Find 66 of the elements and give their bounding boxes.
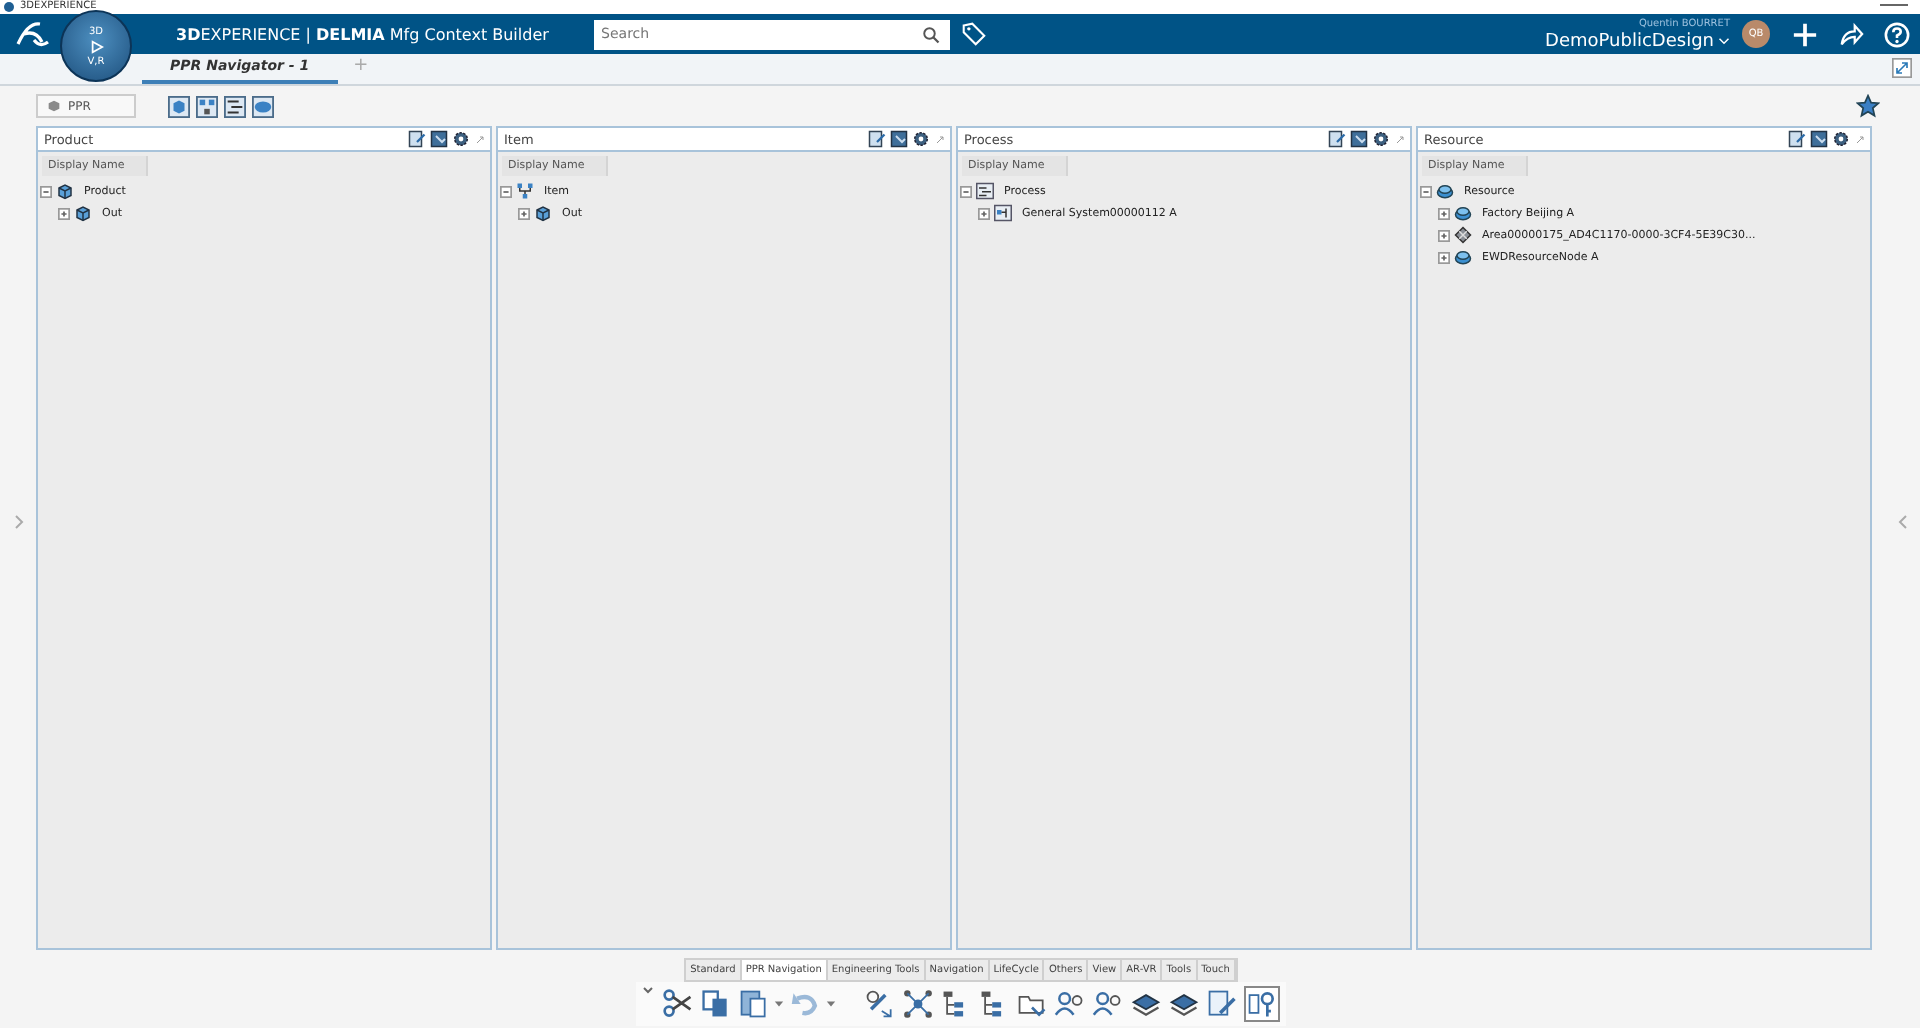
edit-document-icon[interactable] <box>1205 988 1237 1020</box>
window-controls-icon[interactable] <box>1880 3 1908 11</box>
users-icon[interactable] <box>1053 988 1085 1020</box>
network-icon[interactable] <box>901 988 933 1020</box>
help-icon[interactable] <box>1884 21 1910 47</box>
document-icon[interactable] <box>1788 130 1806 148</box>
link-icon[interactable] <box>863 988 895 1020</box>
scissors-icon[interactable] <box>661 988 693 1020</box>
caret-icon[interactable] <box>773 1000 783 1008</box>
expand-icon[interactable] <box>1438 251 1450 263</box>
collapse-icon[interactable] <box>960 185 972 197</box>
key-icon[interactable] <box>1243 986 1279 1022</box>
process-view-icon[interactable] <box>224 95 246 117</box>
item-view-icon[interactable] <box>196 95 218 117</box>
filter-icon[interactable] <box>1810 130 1828 148</box>
resource-view-icon[interactable] <box>252 95 274 117</box>
paste-icon[interactable] <box>737 988 769 1020</box>
search-icon[interactable] <box>915 19 950 49</box>
caret-icon[interactable] <box>641 986 653 994</box>
process-icon <box>976 182 994 200</box>
hierarchy-icon <box>516 182 534 200</box>
fullscreen-icon[interactable] <box>1892 58 1912 78</box>
expand-icon[interactable] <box>1438 229 1450 241</box>
expand-icon[interactable] <box>1438 207 1450 219</box>
expand-icon[interactable] <box>1854 133 1866 145</box>
app-logo-icon <box>4 2 14 12</box>
parts-icon[interactable] <box>1129 988 1161 1020</box>
caret-icon[interactable] <box>825 1000 835 1008</box>
document-icon[interactable] <box>1328 130 1346 148</box>
collapse-icon[interactable] <box>1420 185 1432 197</box>
diamond-icon <box>1454 226 1472 244</box>
settings-icon[interactable] <box>1372 130 1390 148</box>
filter-icon[interactable] <box>890 130 908 148</box>
collapse-icon[interactable] <box>40 185 52 197</box>
plus-icon[interactable] <box>1792 21 1818 47</box>
expand-icon[interactable] <box>58 207 70 219</box>
resource-icon <box>1454 248 1472 266</box>
cube-icon <box>74 204 92 222</box>
expand-icon[interactable] <box>518 207 530 219</box>
parts-icon[interactable] <box>1167 988 1199 1020</box>
play-icon[interactable] <box>89 39 103 53</box>
collapse-icon[interactable] <box>500 185 512 197</box>
collab-space-dropdown[interactable]: DemoPublicDesign <box>1545 34 1730 52</box>
expand-icon[interactable] <box>978 207 990 219</box>
system-icon <box>994 204 1012 222</box>
document-icon[interactable] <box>868 130 886 148</box>
expand-icon[interactable] <box>1394 133 1406 145</box>
filter-icon[interactable] <box>1350 130 1368 148</box>
favorite-star-icon[interactable] <box>1856 94 1880 118</box>
tag-icon[interactable] <box>961 22 986 46</box>
document-icon[interactable] <box>408 130 426 148</box>
app-title: 3DEXPERIENCE | DELMIA Mfg Context Builder <box>176 25 549 43</box>
expand-icon[interactable] <box>474 133 486 145</box>
settings-icon[interactable] <box>912 130 930 148</box>
expand-icon[interactable] <box>934 133 946 145</box>
cube-icon <box>534 204 552 222</box>
cube-icon <box>46 98 62 114</box>
users-icon[interactable] <box>1091 988 1123 1020</box>
settings-icon[interactable] <box>1832 130 1850 148</box>
product-view-icon[interactable] <box>168 95 190 117</box>
settings-icon[interactable] <box>452 130 470 148</box>
share-icon[interactable] <box>1838 21 1864 47</box>
filter-icon[interactable] <box>430 130 448 148</box>
logo-icon <box>12 18 52 50</box>
cube-icon <box>56 182 74 200</box>
copy-icon[interactable] <box>699 988 731 1020</box>
